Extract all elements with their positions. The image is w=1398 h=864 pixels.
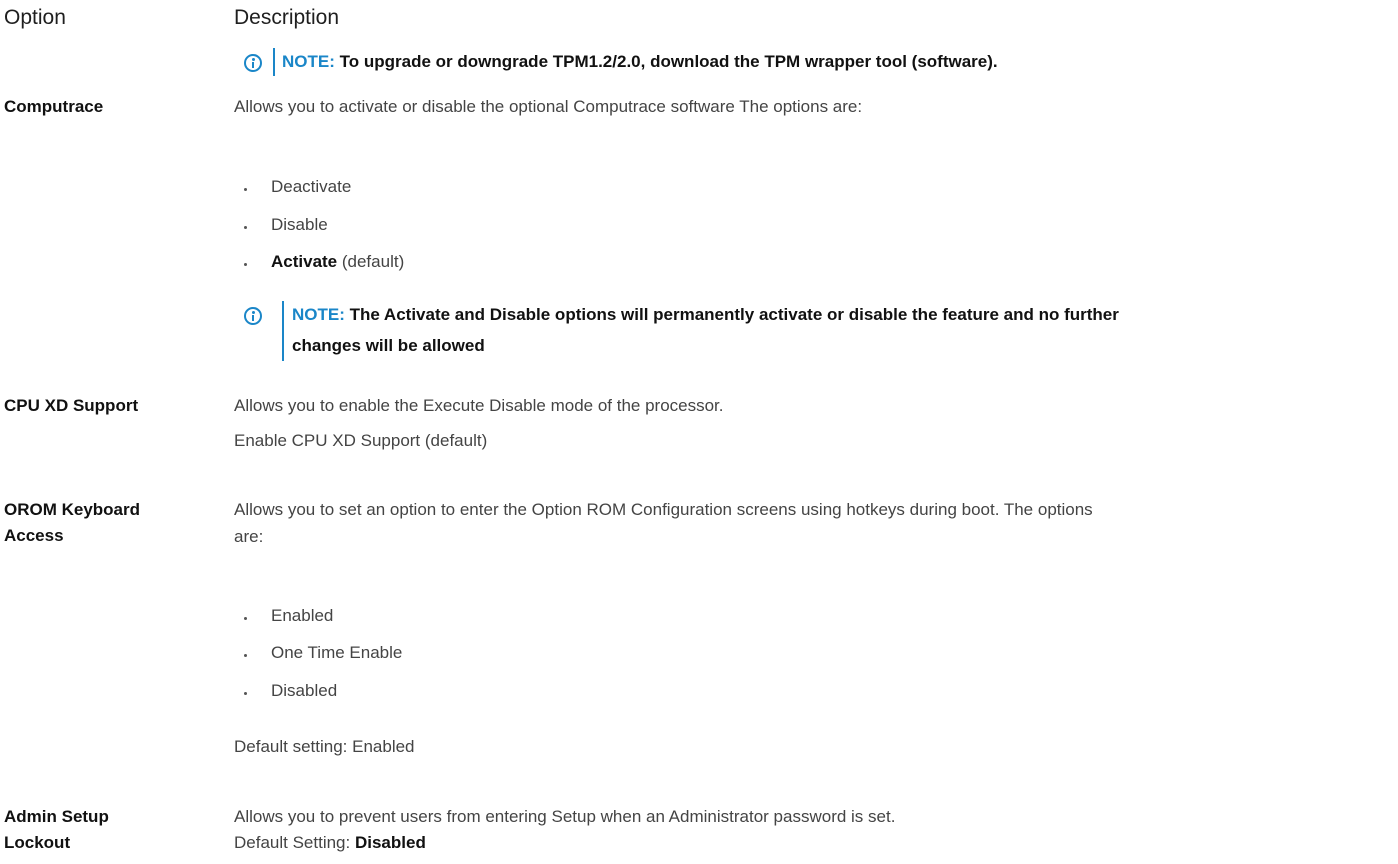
computrace-note-text: The Activate and Disable options will pe… [344, 305, 1119, 324]
computrace-option-disable: Disable [271, 215, 328, 234]
orom-option-enabled: Enabled [271, 606, 334, 625]
bullet-icon [244, 654, 247, 657]
orom-description: Allows you to set an option to enter the… [234, 500, 1093, 519]
option-orom-keyboard-access: OROM Keyboard Access [4, 497, 140, 549]
bullet-icon [244, 188, 247, 191]
cpu-xd-default: Enable CPU XD Support (default) [234, 431, 488, 450]
note-divider [282, 301, 284, 361]
computrace-option-activate: Activate (default) [271, 252, 404, 272]
admin-name-line2: Lockout [4, 833, 71, 852]
note-label: NOTE: [282, 52, 335, 71]
bullet-icon [244, 692, 247, 695]
orom-default: Default setting: Enabled [234, 737, 415, 756]
computrace-description: Allows you to activate or disable the op… [234, 97, 863, 116]
admin-default-prefix: Default Setting: [234, 833, 355, 852]
computrace-note-line2: changes will be allowed [292, 336, 485, 355]
info-icon [244, 307, 262, 325]
note-divider [273, 48, 275, 76]
bullet-icon [244, 226, 247, 229]
computrace-default-suffix: (default) [337, 252, 405, 271]
orom-name-line1: OROM Keyboard [4, 500, 141, 519]
option-admin-setup-lockout: Admin Setup Lockout [4, 804, 109, 856]
note-label: NOTE: [292, 305, 345, 324]
orom-option-one-time-enable: One Time Enable [271, 643, 403, 662]
bullet-icon [244, 617, 247, 620]
description-column-header: Description [234, 6, 340, 29]
tpm-note-text: To upgrade or downgrade TPM1.2/2.0, down… [334, 52, 998, 71]
tpm-note: NOTE: To upgrade or downgrade TPM1.2/2.0… [282, 49, 998, 75]
computrace-default-option: Activate [271, 252, 338, 271]
cpu-xd-description: Allows you to enable the Execute Disable… [234, 396, 724, 415]
orom-description-line2: are: [234, 527, 264, 546]
admin-name-line1: Admin Setup [4, 807, 109, 826]
admin-lockout-description: Allows you to prevent users from enterin… [234, 807, 896, 826]
computrace-note: NOTE: The Activate and Disable options w… [292, 302, 1119, 328]
orom-name-line2: Access [4, 526, 64, 545]
computrace-option-deactivate: Deactivate [271, 177, 352, 196]
admin-default-value: Disabled [354, 833, 426, 852]
option-computrace: Computrace [4, 97, 104, 116]
admin-lockout-default: Default Setting: Disabled [234, 833, 426, 853]
option-column-header: Option [4, 6, 66, 29]
bullet-icon [244, 263, 247, 266]
option-cpu-xd-support: CPU XD Support [4, 396, 139, 415]
orom-option-disabled: Disabled [271, 681, 338, 700]
info-icon [244, 54, 262, 72]
